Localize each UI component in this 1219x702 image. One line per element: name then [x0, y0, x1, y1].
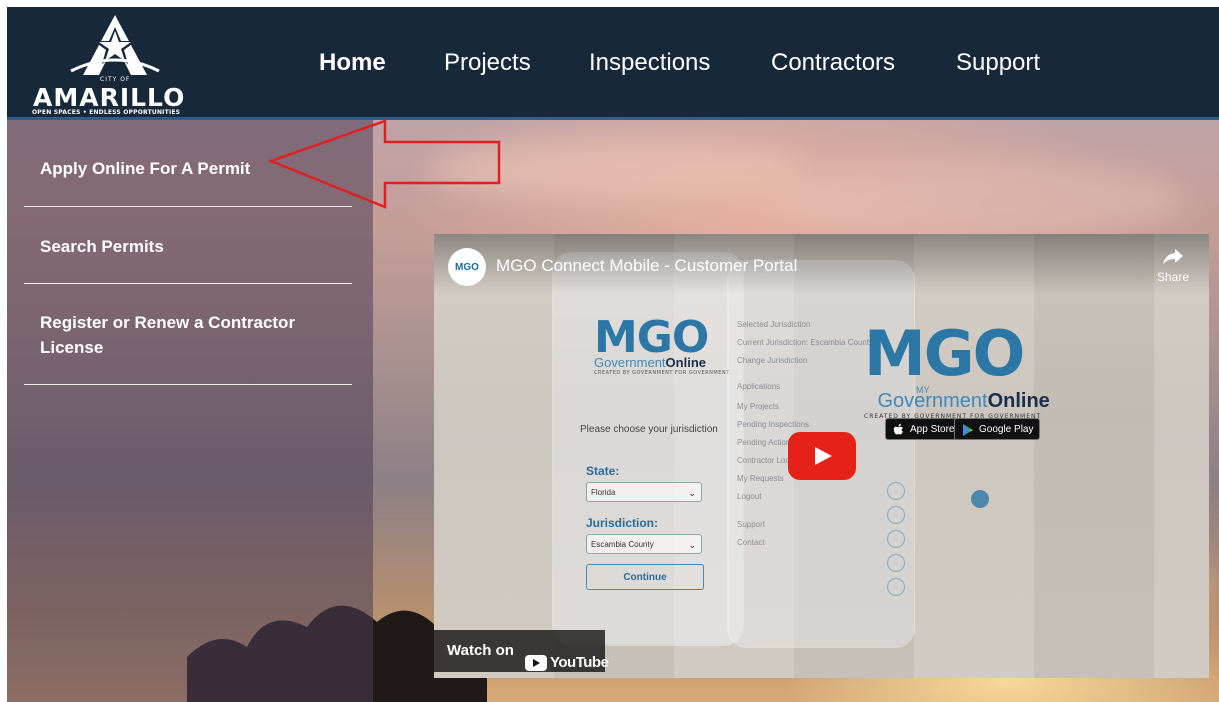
nav-inspections[interactable]: Inspections: [589, 49, 710, 77]
chevron-down-icon: ⌄: [688, 540, 696, 550]
nav-home[interactable]: Home: [319, 49, 386, 77]
amarillo-logo[interactable]: CITY OF AMARILLO OPEN SPACES • ENDLESS O…: [29, 13, 199, 116]
phone-gov-online: GovernmentOnline: [594, 355, 730, 370]
google-play-badge[interactable]: Google Play: [954, 418, 1041, 440]
menu-icon: [887, 482, 905, 500]
menu-icon: [887, 578, 905, 596]
video-title[interactable]: MGO Connect Mobile - Customer Portal: [496, 256, 797, 276]
nav-projects[interactable]: Projects: [444, 49, 531, 77]
share-arrow-icon: [1162, 249, 1183, 265]
menu-item: My Projects: [737, 402, 779, 411]
watch-on-youtube-button[interactable]: Watch on YouTube: [434, 630, 609, 672]
menu-item: Pending Actions: [737, 438, 795, 447]
app-store-badge[interactable]: App Store: [885, 418, 962, 440]
apple-icon: [893, 423, 903, 435]
nav-support[interactable]: Support: [956, 49, 1040, 77]
menu-item: Logout: [737, 492, 762, 501]
menu-item: Change Jurisdiction: [737, 356, 808, 365]
youtube-play-icon: [525, 655, 547, 671]
phone-mockup-jurisdiction: MGO GovernmentOnline CREATED BY GOVERNME…: [554, 254, 742, 644]
chevron-down-icon: ⌄: [688, 488, 696, 498]
share-button[interactable]: Share: [1157, 248, 1189, 284]
menu-item: Current Jurisdiction: Escambia County: [737, 338, 874, 347]
google-play-icon: [963, 424, 973, 436]
phone-tagline: CREATED BY GOVERNMENT FOR GOVERNMENT: [594, 370, 730, 376]
red-arrow-annotation-icon: [267, 119, 501, 209]
mgo-government-text: Government: [877, 390, 988, 412]
mgo-my-text: MY: [916, 385, 930, 395]
channel-avatar[interactable]: MGO: [448, 248, 486, 286]
menu-item: Pending Inspections: [737, 420, 810, 429]
sidebar-item-search-permits[interactable]: Search Permits: [40, 234, 340, 259]
logo-wordmark: AMARILLO: [33, 83, 186, 112]
divider: [24, 283, 352, 284]
menu-item: Applications: [737, 382, 781, 391]
youtube-wordmark: YouTube: [550, 654, 609, 671]
app-store-label: App Store: [910, 424, 955, 435]
site-header: CITY OF AMARILLO OPEN SPACES • ENDLESS O…: [7, 7, 1219, 120]
menu-icon: [887, 554, 905, 572]
mgo-brand-logo: MGO MYGovernmentOnline CREATED BY GOVERN…: [864, 317, 1050, 421]
watch-on-label: Watch on: [447, 642, 514, 659]
menu-item: My Requests: [737, 474, 784, 483]
phone-online-text: Online: [665, 355, 706, 370]
star-a-logo-icon: [70, 15, 160, 75]
divider: [24, 384, 352, 385]
menu-icon: [887, 506, 905, 524]
mgo-online-text: Online: [987, 390, 1050, 412]
sidebar-item-contractor-license[interactable]: Register or Renew a Contractor License: [40, 310, 340, 360]
phone-jurisdiction-select: Escambia County ⌄: [586, 534, 702, 554]
loading-dot: [971, 490, 989, 508]
menu-icon: [887, 530, 905, 548]
play-button-icon[interactable]: [788, 432, 856, 480]
phone-state-label: State:: [586, 464, 620, 478]
menu-item: Support: [737, 520, 766, 529]
page: CITY OF AMARILLO OPEN SPACES • ENDLESS O…: [7, 7, 1219, 702]
phone-prompt: Please choose your jurisdiction: [580, 424, 718, 435]
phone-continue-button: Continue: [586, 564, 704, 590]
google-play-label: Google Play: [979, 424, 1034, 435]
phone-jurisdiction-value: Escambia County: [591, 540, 654, 549]
nav-contractors[interactable]: Contractors: [771, 49, 895, 77]
mgo-gov-online: MYGovernmentOnline: [864, 385, 1050, 413]
cloud: [767, 160, 1187, 240]
phone-state-value: Florida: [591, 488, 616, 497]
phone-mgo-logo: MGO GovernmentOnline CREATED BY GOVERNME…: [594, 312, 730, 376]
share-label: Share: [1156, 270, 1189, 284]
mgo-wordmark: MGO: [864, 317, 1025, 390]
youtube-embed[interactable]: MGO GovernmentOnline CREATED BY GOVERNME…: [434, 234, 1209, 678]
phone-government-text: Government: [594, 355, 666, 370]
phone-jurisdiction-label: Jurisdiction:: [586, 516, 659, 530]
menu-item: Contact: [737, 538, 765, 547]
phone-state-select: Florida ⌄: [586, 482, 702, 502]
menu-item: Selected Jurisdiction: [737, 320, 811, 329]
logo-city-of: CITY OF: [100, 76, 131, 83]
logo-tagline: OPEN SPACES • ENDLESS OPPORTUNITIES: [32, 109, 181, 116]
youtube-logo: YouTube: [525, 642, 609, 678]
